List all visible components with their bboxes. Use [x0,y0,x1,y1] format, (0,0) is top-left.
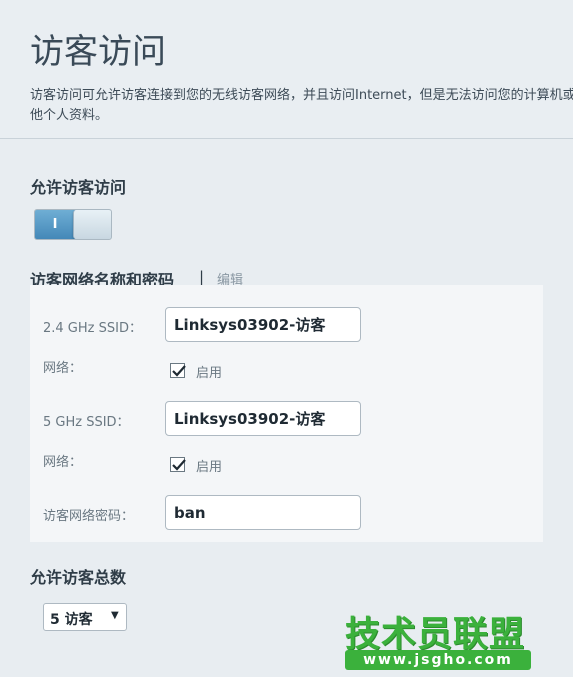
max-guests-title: 允许访客总数 [30,568,127,587]
ssid-5-label: 5 GHz SSID： [43,415,130,430]
ssid-24-label: 2.4 GHz SSID： [43,321,142,336]
checkmark-icon [172,459,186,471]
checkmark-icon [172,365,186,377]
network-5-label: 网络： [43,455,83,470]
toggle-on-label: I [35,210,75,239]
network-5-enable-label: 启用 [196,460,223,475]
password-label: 访客网络密码： [43,509,135,524]
max-guests-select[interactable]: 5 访客 ▼ [43,603,127,631]
watermark-logo: 技术员联盟 www.jsgho.com [340,606,540,672]
network-5-checkbox[interactable] [170,457,186,472]
ssid-5-input[interactable] [165,401,361,436]
network-24-enable-label: 启用 [196,366,223,381]
watermark-url: www.jsgho.com [345,650,531,670]
header: 访客访问 访客访问可允许访客连接到您的无线访客网络，并且访问Internet，但… [0,0,573,139]
page-description: 访客访问可允许访客连接到您的无线访客网络，并且访问Internet，但是无法访问… [30,88,573,123]
network-24-label: 网络： [43,361,83,376]
password-input[interactable] [165,495,361,530]
page-title: 访客访问 [30,32,166,72]
guest-access-toggle[interactable]: I [34,209,112,240]
network-24-checkbox[interactable] [170,363,186,378]
toggle-knob[interactable] [73,210,111,239]
max-guests-value: 5 访客 [50,612,93,628]
ssid-24-input[interactable] [165,307,361,342]
chevron-down-icon: ▼ [111,610,119,621]
title-separator: | [199,268,205,286]
allow-guest-access-title: 允许访客访问 [30,178,127,197]
